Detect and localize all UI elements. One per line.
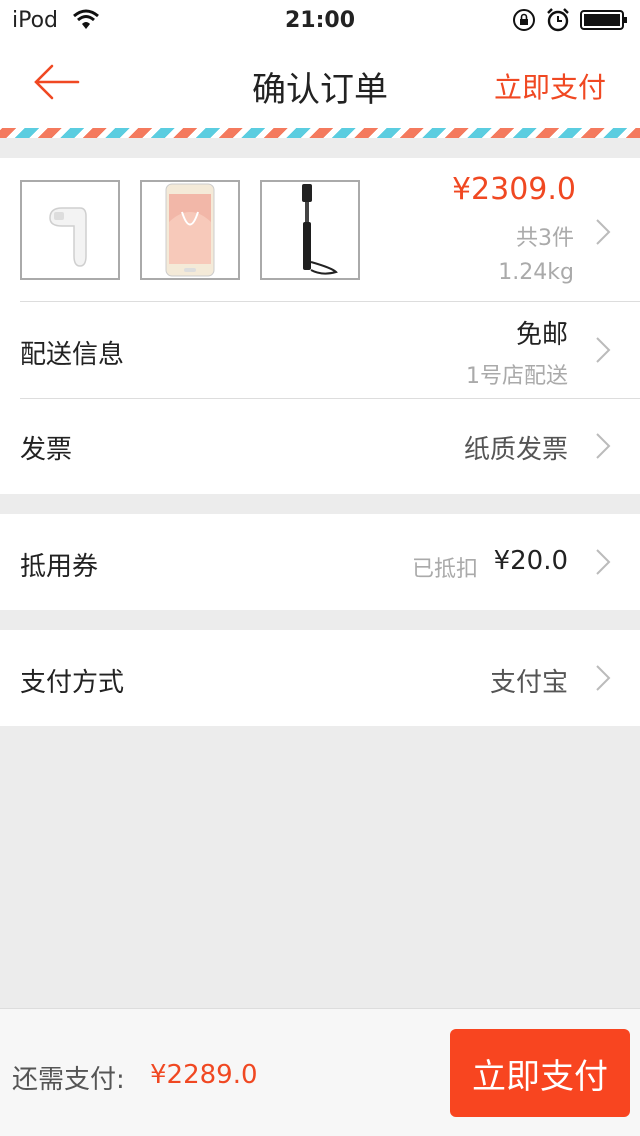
status-bar: iPod 21:00 — [0, 0, 640, 40]
order-weight: 1.24kg — [498, 260, 574, 285]
pay-now-link[interactable]: 立即支付 — [494, 66, 606, 106]
product-thumbnail[interactable] — [260, 180, 360, 280]
invoice-type-value: 纸质发票 — [463, 435, 568, 465]
chevron-right-icon — [596, 549, 611, 575]
item-count: 共3件 — [516, 226, 574, 251]
pay-now-button[interactable]: 立即支付 — [450, 1029, 630, 1117]
battery-icon — [580, 10, 627, 30]
delivery-info-row[interactable]: 配送信息 免邮 1号店配送 — [0, 302, 640, 398]
delivery-info-label: 配送信息 — [20, 340, 125, 370]
selfie-stick-icon — [302, 184, 338, 275]
payment-method-row[interactable]: 支付方式 支付宝 — [0, 630, 640, 726]
airmail-stripe — [0, 128, 640, 138]
delivery-provider: 1号店配送 — [466, 364, 568, 389]
smartphone-icon — [165, 183, 215, 277]
coupon-row[interactable]: 抵用券 已抵扣 ¥20.0 — [0, 514, 640, 610]
product-row[interactable]: ¥2309.0 共3件 1.24kg — [0, 158, 640, 301]
navigation-bar: 确认订单 立即支付 — [0, 40, 640, 130]
invoice-label: 发票 — [20, 435, 73, 465]
bluetooth-earphone-icon — [49, 207, 87, 267]
order-total-price: ¥2309.0 — [451, 172, 576, 207]
coupon-label: 抵用券 — [20, 552, 99, 582]
status-time: 21:00 — [284, 8, 356, 33]
rotation-lock-icon — [513, 9, 535, 31]
payment-method-value: 支付宝 — [489, 668, 568, 698]
chevron-right-icon — [596, 219, 611, 245]
chevron-right-icon — [596, 433, 611, 459]
product-thumbnail[interactable] — [140, 180, 240, 280]
checkout-footer: 还需支付: ¥2289.0 立即支付 — [0, 1008, 640, 1136]
coupon-amount: ¥20.0 — [493, 546, 568, 576]
payment-method-label: 支付方式 — [20, 668, 125, 698]
amount-due-label: 还需支付: — [12, 1065, 125, 1095]
alarm-icon — [547, 8, 569, 32]
product-thumbnail[interactable] — [20, 180, 120, 280]
amount-due-value: ¥2289.0 — [150, 1060, 258, 1090]
chevron-right-icon — [596, 337, 611, 363]
delivery-fee-value: 免邮 — [515, 320, 568, 350]
invoice-row[interactable]: 发票 纸质发票 — [0, 399, 640, 494]
chevron-right-icon — [596, 665, 611, 691]
coupon-deducted-hint: 已抵扣 — [411, 557, 478, 582]
order-summary-card: ¥2309.0 共3件 1.24kg 配送信息 免邮 1号店配送 发票 纸质发票 — [0, 158, 640, 494]
